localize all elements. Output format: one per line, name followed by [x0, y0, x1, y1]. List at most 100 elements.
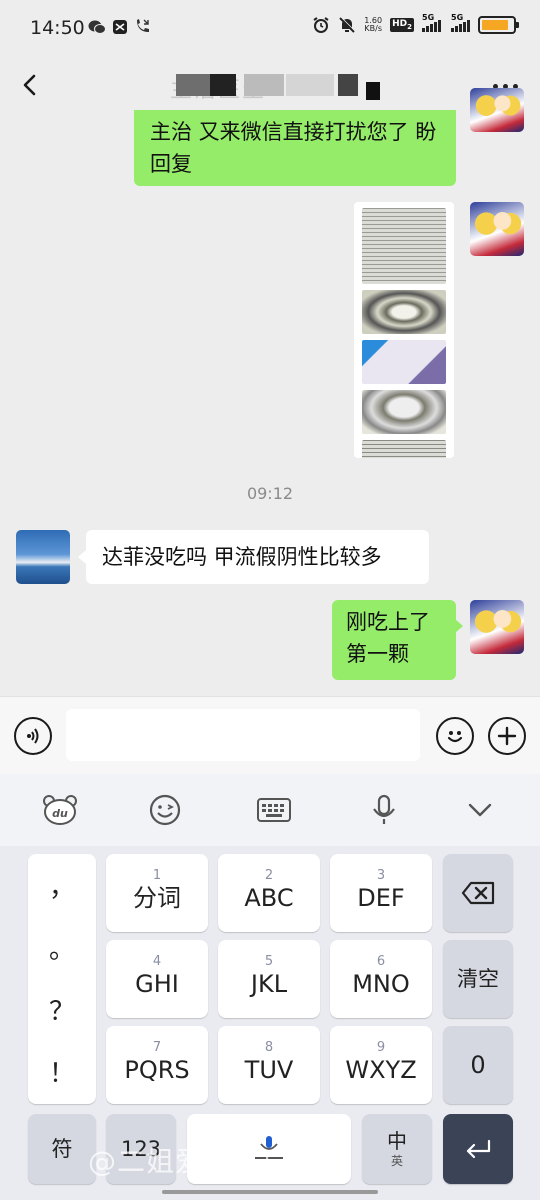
message-text: 刚吃上了 第一颗	[346, 610, 430, 666]
hide-keyboard-button[interactable]	[460, 790, 500, 830]
svg-text:du: du	[52, 807, 68, 820]
voice-icon	[27, 728, 39, 744]
zero-key[interactable]: 0	[443, 1026, 513, 1104]
status-time: 14:50	[30, 17, 85, 39]
key-label: TUV	[244, 1056, 294, 1084]
key-label: JKL	[250, 970, 288, 998]
net-speed: 1.60 KB/s	[364, 16, 383, 33]
key-label: WXYZ	[345, 1056, 417, 1084]
key-number: 6	[376, 954, 386, 969]
key-number: 2	[264, 868, 274, 883]
keyboard: ， 。 ？ ！ 1 分词 2 ABC 3 DEF 4 GHI 5 JKL 6 MNO 清空 …	[0, 846, 540, 1200]
key-label: DEF	[357, 884, 405, 912]
message-input[interactable]	[66, 709, 420, 761]
key-label: 清空	[457, 967, 499, 991]
message-text: 达菲没吃吗 甲流假阴性比较多	[102, 545, 382, 569]
key-number: 3	[376, 868, 386, 883]
redaction-block	[338, 74, 358, 96]
smile-icon	[149, 794, 181, 826]
redaction-block	[244, 74, 284, 96]
message-bubble-received[interactable]: 达菲没吃吗 甲流假阴性比较多	[86, 530, 429, 584]
key-label: GHI	[135, 970, 179, 998]
message-bubble-sent[interactable]: 主治 又来微信直接打扰您了 盼回复	[134, 110, 456, 186]
avatar[interactable]	[470, 600, 524, 654]
key-number: 4	[152, 954, 162, 969]
message-bubble-sent[interactable]: 刚吃上了 第一颗	[332, 600, 456, 680]
key-label: PQRS	[124, 1056, 190, 1084]
redaction-block	[286, 74, 334, 96]
key-8[interactable]: 8 TUV	[218, 1026, 320, 1104]
key-label: 中	[387, 1128, 407, 1153]
redaction-block	[366, 82, 380, 100]
symbol-column[interactable]: ， 。 ？ ！	[28, 854, 96, 1104]
home-indicator[interactable]	[162, 1190, 378, 1194]
key-number: 9	[376, 1040, 386, 1055]
backspace-key[interactable]	[443, 854, 513, 932]
image-thumbnail[interactable]	[362, 340, 446, 384]
symbol-key[interactable]: ，	[28, 854, 96, 916]
image-message[interactable]	[354, 202, 454, 458]
key-3[interactable]: 3 DEF	[330, 854, 432, 932]
key-1[interactable]: 1 分词	[106, 854, 208, 932]
number-mode-key[interactable]: 123	[106, 1114, 176, 1184]
symbol-key[interactable]: ？	[28, 978, 96, 1040]
plus-button[interactable]	[488, 717, 526, 755]
clear-key[interactable]: 清空	[443, 940, 513, 1018]
key-7[interactable]: 7 PQRS	[106, 1026, 208, 1104]
battery-fill	[482, 20, 508, 30]
chat-title: 主治医生	[170, 68, 390, 103]
emoji-button[interactable]	[436, 717, 474, 755]
key-label: ABC	[244, 884, 294, 912]
voice-button[interactable]	[14, 717, 52, 755]
plus-icon	[497, 726, 517, 746]
key-6[interactable]: 6 MNO	[330, 940, 432, 1018]
key-number: 7	[152, 1040, 162, 1055]
avatar[interactable]	[16, 530, 70, 584]
space-key[interactable]	[187, 1114, 351, 1184]
key-2[interactable]: 2 ABC	[218, 854, 320, 932]
status-bar: 14:50 1.60 KB/s HD2 5G 5G	[0, 0, 540, 58]
symbol-mode-key[interactable]: 符	[28, 1114, 96, 1184]
enter-key[interactable]	[443, 1114, 513, 1184]
system-icons: 1.60 KB/s HD2 5G 5G	[312, 13, 519, 34]
avatar[interactable]	[470, 202, 524, 256]
image-thumbnail[interactable]	[362, 208, 446, 284]
space-mic-icon	[255, 1136, 283, 1159]
signal-sim1-icon: 5G	[422, 13, 443, 32]
bubble-tail	[455, 619, 463, 633]
keyboard-icon	[257, 798, 291, 822]
key-sublabel: 英	[390, 1153, 403, 1168]
key-number: 8	[264, 1040, 274, 1055]
image-thumbnail[interactable]	[362, 440, 446, 458]
chevron-down-icon	[468, 803, 492, 817]
mute-icon	[339, 16, 356, 33]
message-timestamp: 09:12	[246, 484, 294, 503]
capcut-icon	[113, 19, 127, 34]
keyboard-switch-button[interactable]	[254, 790, 294, 830]
hd-badge: HD2	[390, 18, 414, 32]
du-bear-button[interactable]: du	[40, 790, 80, 830]
key-5[interactable]: 5 JKL	[218, 940, 320, 1018]
backspace-icon	[461, 881, 495, 905]
key-label: 123	[120, 1137, 162, 1161]
missed-call-icon	[137, 19, 149, 32]
language-switch-key[interactable]: 中 英	[362, 1114, 432, 1184]
avatar[interactable]	[470, 88, 524, 132]
emoji-panel-button[interactable]	[145, 790, 185, 830]
enter-icon	[466, 1139, 491, 1159]
symbol-key[interactable]: ！	[28, 1040, 96, 1102]
emoji-icon	[447, 731, 463, 743]
symbol-key[interactable]: 。	[28, 916, 96, 978]
key-label: 符	[51, 1137, 73, 1161]
key-label: 0	[470, 1051, 486, 1079]
battery-icon	[478, 16, 519, 34]
bubble-tail	[78, 550, 86, 564]
key-4[interactable]: 4 GHI	[106, 940, 208, 1018]
key-9[interactable]: 9 WXYZ	[330, 1026, 432, 1104]
voice-input-button[interactable]	[364, 790, 404, 830]
message-text: 主治 又来微信直接打扰您了 盼回复	[150, 120, 437, 176]
du-bear-icon: du	[43, 795, 77, 825]
back-button[interactable]	[14, 68, 48, 102]
image-thumbnail[interactable]	[362, 290, 446, 334]
image-thumbnail[interactable]	[362, 390, 446, 434]
